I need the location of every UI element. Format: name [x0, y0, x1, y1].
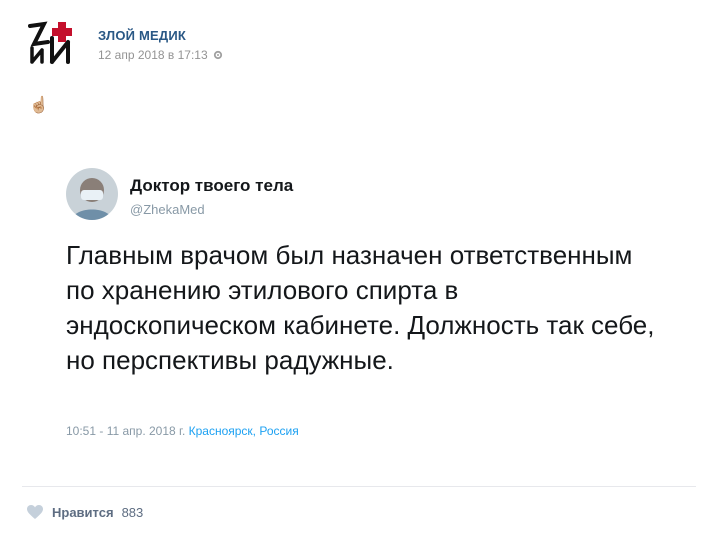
tweet-text: Главным врачом был назначен ответственны… — [66, 240, 655, 375]
like-label: Нравится — [52, 504, 114, 520]
post-date-text: 12 апр 2018 в 17:13 — [98, 48, 208, 62]
community-name-link[interactable]: ЗЛОЙ МЕДИК — [98, 28, 186, 43]
tweet-meta: 10:51 - 11 апр. 2018 г. Красноярск, Росс… — [66, 424, 299, 438]
tweet-timestamp: 10:51 - 11 апр. 2018 г. — [66, 424, 186, 438]
tweet-author-handle: @ZhekaMed — [130, 202, 205, 217]
post-footer-divider — [22, 486, 696, 487]
tweet-location-link: Красноярск, Россия — [188, 424, 299, 438]
tweet-author-name: Доктор твоего тела — [130, 176, 294, 195]
like-button[interactable]: Нравится 883 — [26, 502, 143, 522]
post-header: ЗЛОЙ МЕДИК 12 апр 2018 в 17:13 — [28, 18, 688, 66]
heart-icon — [27, 505, 43, 519]
post-emoji: ☝🏼 — [29, 97, 49, 114]
community-logo-avatar[interactable] — [28, 18, 80, 66]
gear-icon — [213, 50, 222, 60]
tweet-screenshot: Доктор твоего тела @ZhekaMed Главным вра… — [48, 150, 672, 470]
tweet-author-avatar — [66, 168, 118, 220]
post-date[interactable]: 12 апр 2018 в 17:13 — [98, 48, 223, 62]
like-count: 883 — [121, 504, 144, 520]
